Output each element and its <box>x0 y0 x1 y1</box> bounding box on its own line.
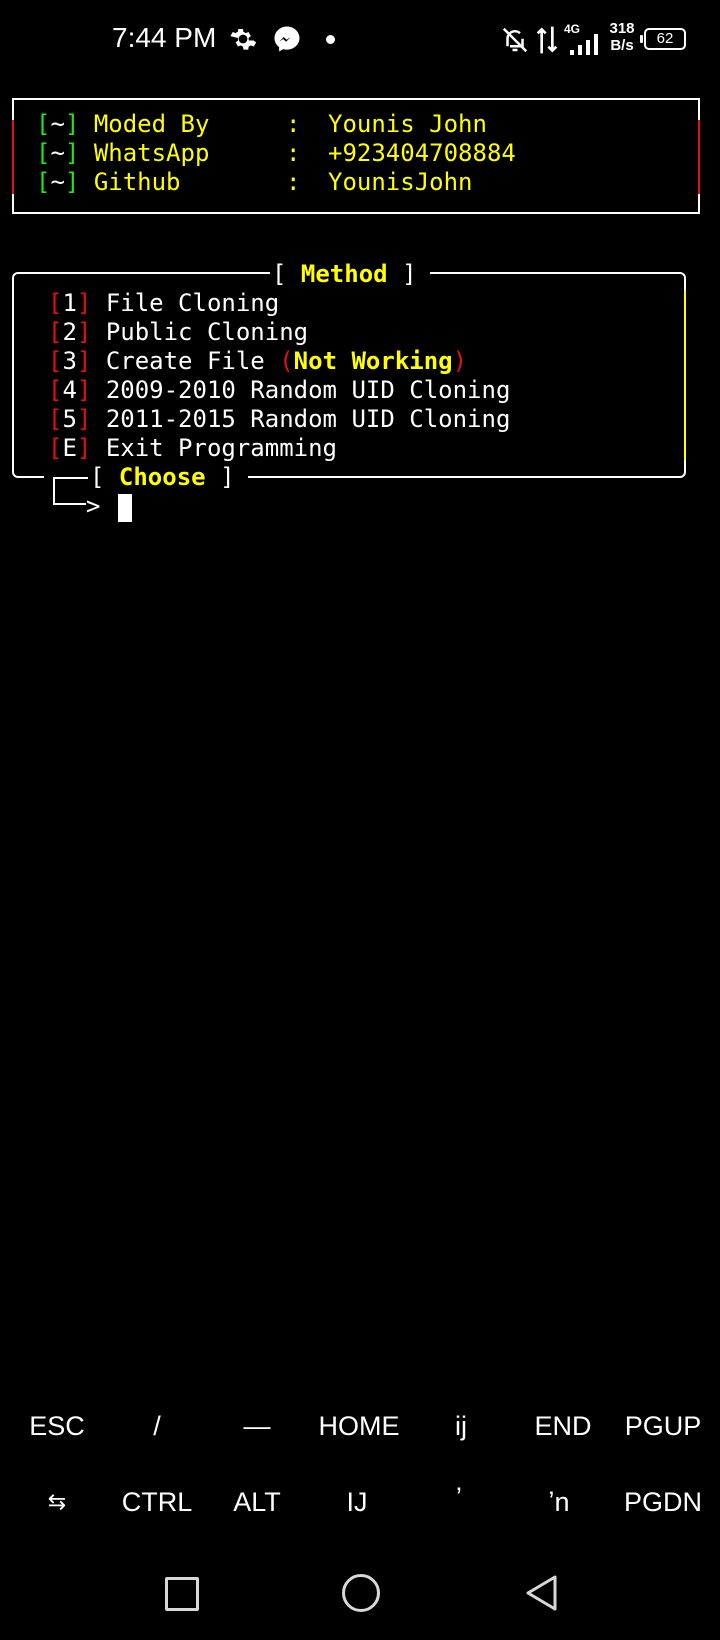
credit-sep: : <box>286 139 301 167</box>
credit-value: Younis John <box>328 110 487 138</box>
key-alt[interactable]: ALT <box>206 1472 308 1532</box>
dot-icon <box>326 35 335 44</box>
menu-item-exit[interactable]: [E] Exit Programming <box>48 434 337 463</box>
credit-value: +923404708884 <box>328 139 516 167</box>
key-esc[interactable]: ESC <box>6 1396 108 1456</box>
credit-label: Github <box>93 168 181 196</box>
credit-label: Moded By <box>93 110 210 138</box>
menu-item-3[interactable]: [3] Create File (Not Working) <box>48 347 467 376</box>
key-n-apostrophe[interactable]: ʼn <box>508 1472 610 1532</box>
battery-icon: 62 <box>640 28 686 50</box>
key-home[interactable]: HOME <box>308 1396 410 1456</box>
key-slash[interactable]: / <box>106 1396 208 1456</box>
method-title: [ Method ] <box>272 260 417 288</box>
key-ctrl[interactable]: CTRL <box>106 1472 208 1532</box>
menu-item-1[interactable]: [1] File Cloning <box>48 289 279 318</box>
credit-value: YounisJohn <box>328 168 473 196</box>
prompt-arrow: > <box>86 492 101 520</box>
key-ij-upper[interactable]: IJ <box>306 1472 408 1532</box>
speed-value: 318 <box>609 20 635 37</box>
terminal-cursor[interactable] <box>118 494 132 522</box>
navigation-bar <box>0 1560 720 1640</box>
home-icon[interactable] <box>342 1574 380 1612</box>
menu-item-5[interactable]: [5] 2011-2015 Random UID Cloning <box>48 405 510 434</box>
credit-sep: : <box>286 168 301 196</box>
credit-row: [~] WhatsApp <box>36 139 210 167</box>
menu-item-4[interactable]: [4] 2009-2010 Random UID Cloning <box>48 376 510 405</box>
credit-label: WhatsApp <box>93 139 210 167</box>
choose-label: [ Choose ] <box>90 463 235 491</box>
key-tab[interactable]: ⇆ <box>6 1472 108 1532</box>
credit-sep: : <box>286 110 301 138</box>
key-pgdn[interactable]: PGDN <box>612 1472 714 1532</box>
back-icon[interactable] <box>524 1574 558 1612</box>
messenger-icon <box>274 26 300 52</box>
key-apostrophe[interactable]: ʼ <box>408 1468 510 1528</box>
network-speed: 318 B/s <box>602 20 642 54</box>
credit-row: [~] Moded By <box>36 110 210 138</box>
signal-icon: 4G <box>564 22 600 56</box>
status-bar: 7:44 PM 4G 318 B/s 62 <box>0 0 720 80</box>
key-dash[interactable]: — <box>206 1396 308 1456</box>
gear-icon <box>230 29 257 50</box>
credit-row: [~] Github <box>36 168 181 196</box>
speed-unit: B/s <box>610 37 634 54</box>
not-working-note: Not Working <box>293 347 453 375</box>
bell-off-icon <box>502 27 528 53</box>
recents-icon[interactable] <box>165 1577 199 1611</box>
battery-level: 62 <box>656 30 674 47</box>
status-time: 7:44 PM <box>112 22 217 53</box>
key-ij[interactable]: ij <box>410 1396 512 1456</box>
key-pgup[interactable]: PGUP <box>612 1396 714 1456</box>
key-end[interactable]: END <box>512 1396 614 1456</box>
data-updown-icon <box>536 26 558 54</box>
menu-item-2[interactable]: [2] Public Cloning <box>48 318 308 347</box>
